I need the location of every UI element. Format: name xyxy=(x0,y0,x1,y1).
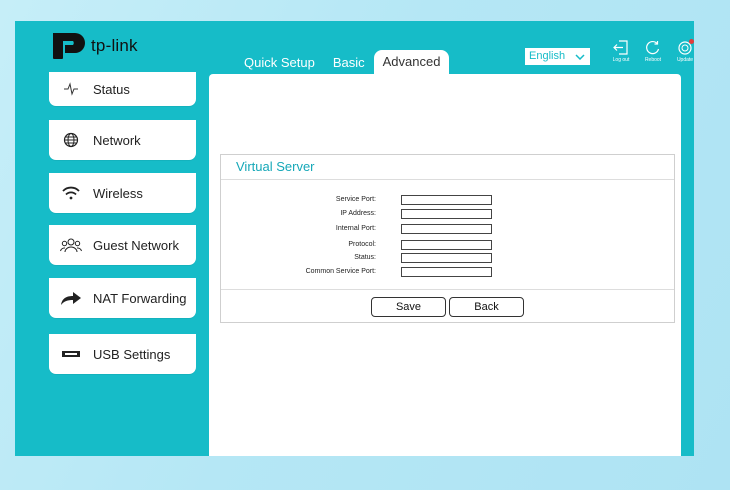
divider xyxy=(221,179,674,180)
usb-icon xyxy=(49,350,93,358)
tab-basic[interactable]: Basic xyxy=(324,52,374,74)
globe-icon xyxy=(49,132,93,148)
status-field[interactable] xyxy=(401,253,492,263)
ip-address-label: IP Address: xyxy=(340,210,376,217)
virtual-server-form: Virtual Server Service Port: IP Address:… xyxy=(220,154,675,323)
logout-icon xyxy=(613,40,628,55)
sidebar-item-label: Guest Network xyxy=(93,237,179,253)
brand-name: tp-link xyxy=(91,36,138,55)
tp-link-logo: tp-link xyxy=(51,31,138,61)
reboot-button[interactable]: Reboot xyxy=(639,40,667,63)
service-port-row: Service Port: xyxy=(221,195,674,207)
service-port-field[interactable] xyxy=(401,195,492,205)
wifi-icon xyxy=(49,186,93,200)
sidebar-item-guest-network[interactable]: Guest Network xyxy=(49,225,196,265)
pulse-icon xyxy=(49,82,93,96)
sidebar-item-label: NAT Forwarding xyxy=(93,290,187,306)
divider xyxy=(221,289,674,290)
main-tabs: Quick Setup Basic Advanced xyxy=(235,50,450,74)
save-button[interactable]: Save xyxy=(371,297,446,317)
logout-button[interactable]: Log out xyxy=(607,40,635,63)
protocol-field[interactable] xyxy=(401,240,492,250)
sidebar-item-wireless[interactable]: Wireless xyxy=(49,173,196,213)
ip-address-row: IP Address: xyxy=(221,209,674,221)
common-service-port-label: Common Service Port: xyxy=(305,268,376,275)
chevron-down-icon xyxy=(575,53,585,60)
sidebar-item-label: Wireless xyxy=(93,185,143,201)
tab-advanced[interactable]: Advanced xyxy=(373,50,450,74)
sidebar-item-network[interactable]: Network xyxy=(49,120,196,160)
status-row: Status: xyxy=(221,253,674,265)
update-badge xyxy=(689,39,694,44)
ip-address-field[interactable] xyxy=(401,209,492,219)
protocol-row: Protocol: xyxy=(221,240,674,252)
tp-link-logo-icon xyxy=(53,33,85,59)
update-button[interactable]: Update xyxy=(671,39,699,63)
reboot-icon xyxy=(646,40,660,55)
reboot-label: Reboot xyxy=(644,57,662,63)
common-service-port-row: Common Service Port: xyxy=(221,267,674,279)
section-title: Virtual Server xyxy=(236,159,315,174)
logout-label: Log out xyxy=(612,57,630,63)
users-icon xyxy=(49,237,93,253)
language-select[interactable]: English xyxy=(525,48,590,65)
sidebar-item-label: USB Settings xyxy=(93,346,171,362)
update-label: Update xyxy=(676,57,694,63)
sidebar-item-nat-forwarding[interactable]: NAT Forwarding xyxy=(49,278,196,318)
service-port-label: Service Port: xyxy=(335,196,376,203)
internal-port-row: Internal Port: xyxy=(221,224,674,236)
language-select-value: English xyxy=(529,50,566,62)
status-label: Status: xyxy=(354,254,376,261)
common-service-port-field[interactable] xyxy=(401,267,492,277)
internal-port-label: Internal Port: xyxy=(335,225,376,232)
sidebar-item-status[interactable]: Status xyxy=(49,72,196,106)
top-actions: Log out Reboot Update xyxy=(607,39,699,63)
tab-quick-setup[interactable]: Quick Setup xyxy=(235,52,324,74)
internal-port-field[interactable] xyxy=(401,224,492,234)
back-button[interactable]: Back xyxy=(449,297,524,317)
forward-arrow-icon xyxy=(49,290,93,306)
protocol-label: Protocol: xyxy=(348,241,376,248)
sidebar-item-usb-settings[interactable]: USB Settings xyxy=(49,334,196,374)
sidebar-item-label: Status xyxy=(93,81,130,97)
sidebar-item-label: Network xyxy=(93,132,141,148)
